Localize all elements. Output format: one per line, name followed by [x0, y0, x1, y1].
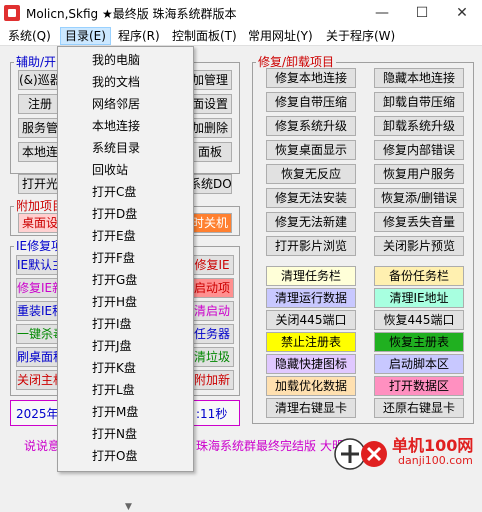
repair-button-r2c2[interactable]: 卸载自带压缩 [374, 92, 464, 112]
repair-button-r4c1[interactable]: 恢复桌面显示 [266, 140, 356, 160]
repair-button-r7c1[interactable]: 修复无法新建 [266, 212, 356, 232]
ie-repair-new-button[interactable]: 修复IE新 [16, 278, 60, 298]
dropdown-item[interactable]: 打开G盘 [58, 269, 193, 291]
menu-common-urls[interactable]: 常用网址(Y) [244, 27, 317, 45]
assist-group-label: 辅助/开 [14, 55, 59, 69]
add-new-button[interactable]: 附加新 [190, 370, 234, 390]
dropdown-item[interactable]: 打开I盘 [58, 313, 193, 335]
dropdown-item[interactable]: 打开E盘 [58, 225, 193, 247]
footer-left-text: 说说意 [24, 439, 61, 453]
repair-ie-button[interactable]: 修复IE [190, 255, 234, 275]
dropdown-item[interactable]: 我的电脑 [58, 49, 193, 71]
assist-button-4[interactable]: 本地连 [18, 142, 62, 162]
repair-button-r8c1[interactable]: 打开影片浏览 [266, 236, 356, 256]
repair-button-r6c1[interactable]: 修复无法安装 [266, 188, 356, 208]
minimize-icon[interactable]: — [362, 0, 402, 26]
repair-button-r7c2[interactable]: 修复丢失音量 [374, 212, 464, 232]
menu-bar: 系统(Q) 目录(E) 程序(R) 控制面板(T) 常用网址(Y) 关于程序(W… [0, 26, 482, 46]
assist-button-8[interactable]: 面板 [188, 142, 232, 162]
utility-button-r5c2[interactable]: 启动脚本区 [374, 354, 464, 374]
menu-about[interactable]: 关于程序(W) [322, 27, 399, 45]
refresh-desktop-button[interactable]: 刷桌面程 [16, 347, 60, 367]
dropdown-item[interactable]: 系统目录 [58, 137, 193, 159]
watermark-url: danji100.com [398, 454, 473, 467]
dropdown-item[interactable]: 网络邻居 [58, 93, 193, 115]
one-key-antivirus-button[interactable]: 一键杀毒 [16, 324, 60, 344]
utility-button-r3c1[interactable]: 关闭445端口 [266, 310, 356, 330]
time-text: :11秒 [196, 407, 228, 421]
repair-button-r5c2[interactable]: 恢复用户服务 [374, 164, 464, 184]
dropdown-item[interactable]: 打开N盘 [58, 423, 193, 445]
assist-button-3[interactable]: 服务管 [18, 118, 62, 138]
utility-button-r6c2[interactable]: 打开数据区 [374, 376, 464, 396]
dropdown-item[interactable]: 打开O盘 [58, 445, 193, 467]
utility-button-r6c1[interactable]: 加载优化数据 [266, 376, 356, 396]
repair-button-r2c1[interactable]: 修复自带压缩 [266, 92, 356, 112]
utility-button-r4c2[interactable]: 恢复主册表 [374, 332, 464, 352]
assist-button-1[interactable]: (&)巡器 [18, 70, 62, 90]
menu-system[interactable]: 系统(Q) [4, 27, 55, 45]
maximize-icon[interactable]: ☐ [402, 0, 442, 26]
assist-button-7[interactable]: 加删除 [188, 118, 232, 138]
footer-marquee-text: 珠海系统群最终完结版 [196, 439, 317, 453]
utility-button-r7c2[interactable]: 还原右键显卡 [374, 398, 464, 418]
repair-button-r3c2[interactable]: 卸载系统升级 [374, 116, 464, 136]
ie-default-button[interactable]: IE默认主 [16, 255, 60, 275]
dropdown-item[interactable]: 打开K盘 [58, 357, 193, 379]
repair-button-r8c2[interactable]: 关闭影片预览 [374, 236, 464, 256]
ie-reinstall-button[interactable]: 重装IE程 [16, 301, 60, 321]
repair-uninstall-label: 修复/卸载项目 [256, 55, 337, 69]
repair-button-r4c2[interactable]: 修复内部错误 [374, 140, 464, 160]
scroll-down-icon[interactable]: ▼ [125, 502, 132, 512]
utility-button-r5c1[interactable]: 隐藏快捷图标 [266, 354, 356, 374]
menu-directory[interactable]: 目录(E) [60, 27, 111, 45]
dropdown-item[interactable]: 本地连接 [58, 115, 193, 137]
repair-button-r6c2[interactable]: 恢复添/删错误 [374, 188, 464, 208]
dropdown-item[interactable]: 打开L盘 [58, 379, 193, 401]
utility-button-r1c1[interactable]: 清理任务栏 [266, 266, 356, 286]
utility-button-r4c1[interactable]: 禁止注册表 [266, 332, 356, 352]
dropdown-item[interactable]: 我的文档 [58, 71, 193, 93]
watermark: 单机100网 danji100.com [330, 428, 482, 472]
dropdown-item[interactable]: 打开H盘 [58, 291, 193, 313]
dropdown-item[interactable]: 打开M盘 [58, 401, 193, 423]
utility-button-r1c2[interactable]: 备份任务栏 [374, 266, 464, 286]
app-icon [4, 5, 20, 21]
watermark-site: 单机100网 [392, 436, 474, 455]
repair-button-r3c1[interactable]: 修复系统升级 [266, 116, 356, 136]
dropdown-item[interactable]: 打开J盘 [58, 335, 193, 357]
window-title: Molicn,Skfig ★最终版 珠海系统群版本 [26, 7, 237, 21]
directory-dropdown: 我的电脑 我的文档 网络邻居 本地连接 系统目录 回收站 打开C盘 打开D盘 打开E盘 打开F盘打… [57, 46, 194, 512]
menu-control-panel[interactable]: 控制面板(T) [168, 27, 241, 45]
utility-button-r7c1[interactable]: 清理右键显卡 [266, 398, 356, 418]
repair-button-r1c2[interactable]: 隐藏本地连接 [374, 68, 464, 88]
assist-button-5[interactable]: 加管理 [188, 70, 232, 90]
open-cd-button[interactable]: 打开光 [18, 174, 62, 194]
utility-button-r2c1[interactable]: 清理运行数据 [266, 288, 356, 308]
close-host-button[interactable]: 关闭主机 [16, 370, 60, 390]
startup-items-button[interactable]: 启动项 [190, 278, 234, 298]
timed-shutdown-button[interactable]: 时关机 [188, 213, 232, 233]
menu-program[interactable]: 程序(R) [114, 27, 164, 45]
dropdown-item[interactable]: 打开C盘 [58, 181, 193, 203]
dropdown-item[interactable]: 打开F盘 [58, 247, 193, 269]
desktop-settings-button[interactable]: 桌面设 [18, 213, 62, 233]
dropdown-item[interactable]: 打开D盘 [58, 203, 193, 225]
dropdown-item[interactable]: 回收站 [58, 159, 193, 181]
repair-button-r5c1[interactable]: 恢复无反应 [266, 164, 356, 184]
assist-button-2[interactable]: 注册 [18, 94, 62, 114]
utility-button-r3c2[interactable]: 恢复445端口 [374, 310, 464, 330]
task-manager-button[interactable]: 任务器 [190, 324, 234, 344]
clear-startup-button[interactable]: 清启动 [190, 301, 234, 321]
title-bar: Molicn,Skfig ★最终版 珠海系统群版本 — ☐ ✕ [0, 0, 482, 26]
utility-button-r2c2[interactable]: 清理IE地址 [374, 288, 464, 308]
clear-junk-button[interactable]: 清垃圾 [190, 347, 234, 367]
system-dos-button[interactable]: 系统DOS [188, 174, 232, 194]
repair-button-r1c1[interactable]: 修复本地连接 [266, 68, 356, 88]
close-icon[interactable]: ✕ [442, 0, 482, 26]
assist-button-6[interactable]: 面设置 [188, 94, 232, 114]
